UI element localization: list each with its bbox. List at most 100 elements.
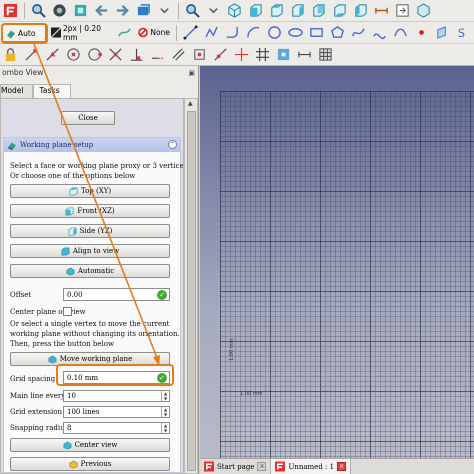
move-plane-icon	[48, 355, 57, 364]
draw-style-icon[interactable]	[52, 3, 67, 18]
spin-arrows-icon[interactable]: ▲ ▼	[161, 407, 169, 417]
construction-mode-display[interactable]: None	[135, 24, 173, 42]
arrow-down-icon[interactable]	[206, 3, 221, 18]
snap-angle-icon[interactable]	[87, 47, 102, 62]
close-tab-icon[interactable]: ×	[257, 462, 267, 471]
side-yz-button[interactable]: Side (YZ)	[10, 224, 170, 238]
side-yz-label: Side (YZ)	[79, 227, 113, 235]
line-tool-icon[interactable]	[183, 25, 198, 40]
cubic-bezier-tool-icon[interactable]	[372, 25, 387, 40]
arrow-down-icon[interactable]	[157, 3, 172, 18]
snap-intersection-icon[interactable]	[108, 47, 123, 62]
forward-arrow-icon[interactable]	[115, 3, 130, 18]
right-view-icon[interactable]	[290, 3, 305, 18]
align-to-view-button[interactable]: Align to view	[10, 244, 170, 258]
snap-workingplane-icon[interactable]	[276, 47, 291, 62]
circle-tool-icon[interactable]	[267, 25, 282, 40]
check-icon: ✓	[157, 290, 167, 300]
snap-center-icon[interactable]	[66, 47, 81, 62]
zoom-icon[interactable]	[31, 3, 46, 18]
cube-icon[interactable]	[416, 3, 431, 18]
center-plane-label: Center plane on view	[10, 308, 86, 316]
snap-special-icon[interactable]	[192, 47, 207, 62]
tab-tasks[interactable]: Tasks	[32, 84, 71, 98]
center-view-button[interactable]: Center view	[10, 438, 170, 452]
snap-endpoint-icon[interactable]	[24, 47, 39, 62]
center-plane-checkbox[interactable]	[63, 307, 72, 316]
align-to-view-label: Align to view	[72, 247, 120, 255]
sync-view-icon[interactable]	[136, 3, 151, 18]
offset-value: 0.00	[67, 290, 83, 299]
snap-ortho-icon[interactable]	[234, 47, 249, 62]
svg-text:S: S	[458, 27, 465, 40]
ellipse-tool-icon[interactable]	[288, 25, 303, 40]
front-view-icon[interactable]	[248, 3, 263, 18]
rectangle-tool-icon[interactable]	[309, 25, 324, 40]
tab-unnamed[interactable]: Unnamed : 1 ×	[271, 459, 352, 474]
polygon-tool-icon[interactable]	[330, 25, 345, 40]
working-plane-setup-header[interactable]: Working plane setup ⌃	[4, 138, 180, 152]
panel-title: Working plane setup	[20, 141, 94, 149]
main-line-spinbox[interactable]: 10 ▲ ▼	[63, 390, 170, 402]
snapping-radius-label: Snapping radius	[10, 424, 69, 432]
bspline-tool-icon[interactable]	[351, 25, 366, 40]
offset-field[interactable]: 0.00 ✓	[63, 288, 170, 301]
top-view-icon[interactable]	[269, 3, 284, 18]
facebinder-icon[interactable]	[435, 25, 450, 40]
measure-icon[interactable]	[374, 3, 389, 18]
intro-text-2: Or choose one of the options below	[10, 172, 136, 180]
snap-grid-icon[interactable]	[255, 47, 270, 62]
front-xz-button[interactable]: Front (XZ)	[10, 204, 170, 218]
spin-arrows-icon[interactable]: ▲ ▼	[161, 391, 169, 401]
top-xy-button[interactable]: Top (XY)	[10, 184, 170, 198]
snap-dimensions-icon[interactable]	[297, 47, 312, 62]
back-arrow-icon[interactable]	[94, 3, 109, 18]
vertex-text-2: working plane without changing its orien…	[10, 330, 180, 338]
wire-icon[interactable]	[117, 25, 132, 40]
close-button[interactable]: Close	[61, 111, 115, 125]
tab-model[interactable]: Model	[0, 84, 33, 98]
snap-near-icon[interactable]	[213, 47, 228, 62]
arc-tool-icon[interactable]	[246, 25, 261, 40]
scroll-up-icon[interactable]: ▲	[188, 100, 193, 107]
previous-button[interactable]: Previous	[10, 457, 170, 471]
tab-start-page[interactable]: Start page ×	[200, 459, 272, 474]
task-panel-scrollbar[interactable]: ▲	[184, 98, 198, 474]
automatic-button[interactable]: Automatic	[10, 264, 170, 278]
start-page-label: Start page	[217, 462, 255, 471]
float-panel-icon[interactable]: ▣	[188, 69, 195, 77]
rear-view-icon[interactable]	[311, 3, 326, 18]
shapestring-icon[interactable]: S	[456, 25, 471, 40]
scrollbar-thumb[interactable]	[187, 111, 196, 471]
collapse-icon[interactable]: ⌃	[168, 140, 177, 149]
snap-perpendicular-icon[interactable]	[129, 47, 144, 62]
bezier-tool-icon[interactable]	[393, 25, 408, 40]
close-tab-icon[interactable]: ×	[337, 462, 347, 471]
bottom-view-icon[interactable]	[332, 3, 347, 18]
isometric-view-icon[interactable]	[227, 3, 242, 18]
lock-icon[interactable]	[3, 47, 18, 62]
center-view-icon	[63, 441, 72, 450]
fit-all-icon[interactable]	[185, 3, 200, 18]
grid-extension-spinbox[interactable]: 100 lines ▲ ▼	[63, 406, 170, 418]
left-view-icon[interactable]	[353, 3, 368, 18]
top-view-icon	[69, 187, 78, 196]
snap-parallel-icon[interactable]	[171, 47, 186, 62]
none-label: None	[150, 28, 170, 37]
polyline-tool-icon[interactable]	[204, 25, 219, 40]
snap-midpoint-icon[interactable]	[45, 47, 60, 62]
snapping-radius-spinbox[interactable]: 8 ▲ ▼	[63, 422, 170, 434]
toggle-grid-icon[interactable]	[318, 47, 333, 62]
main-line-label: Main line every	[10, 392, 66, 400]
spin-arrows-icon[interactable]: ▲ ▼	[161, 423, 169, 433]
snap-extension-icon[interactable]	[150, 47, 165, 62]
toolbar-separator	[176, 24, 177, 41]
export-icon[interactable]	[395, 3, 410, 18]
bounding-box-icon[interactable]	[73, 3, 88, 18]
point-tool-icon[interactable]	[414, 25, 429, 40]
app-icon[interactable]	[3, 3, 18, 18]
3d-view[interactable]: 1.00 mm 1.00 mm	[200, 66, 474, 458]
fillet-tool-icon[interactable]	[225, 25, 240, 40]
working-plane-icon	[7, 140, 17, 150]
line-width-display[interactable]: 2px | 0.20 mm	[48, 24, 114, 42]
